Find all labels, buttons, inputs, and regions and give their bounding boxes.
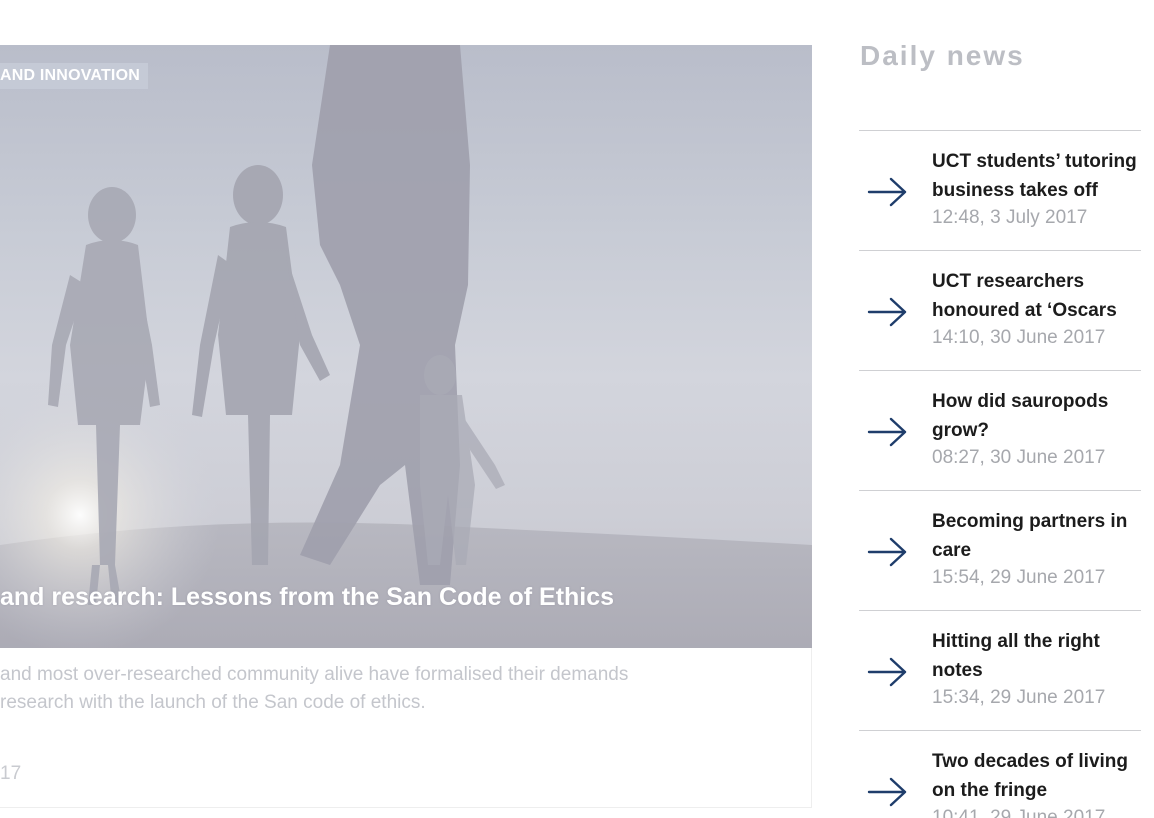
news-item-time: 14:10, 30 June 2017	[932, 327, 1106, 348]
news-item-title[interactable]: Hitting all the right notes	[932, 627, 1141, 685]
news-list-item[interactable]: How did sauropods grow? 08:27, 30 June 2…	[859, 370, 1141, 490]
arrow-right-icon	[867, 777, 907, 807]
arrow-right-icon	[867, 537, 907, 567]
featured-story-title[interactable]: and research: Lessons from the San Code …	[0, 583, 614, 612]
arrow-right-icon	[867, 297, 907, 327]
news-item-title[interactable]: Becoming partners in care	[932, 507, 1141, 565]
news-list-item[interactable]: UCT students’ tutoring business takes of…	[859, 130, 1141, 250]
category-tag[interactable]: AND INNOVATION	[0, 63, 148, 89]
featured-story-summary: and most over-researched community alive…	[0, 661, 800, 717]
summary-line: research with the launch of the San code…	[0, 692, 426, 713]
news-list-item[interactable]: Becoming partners in care 15:54, 29 June…	[859, 490, 1141, 610]
news-item-time: 12:48, 3 July 2017	[932, 207, 1088, 228]
news-item-time: 10:41, 29 June 2017	[932, 807, 1106, 818]
arrow-right-icon	[867, 657, 907, 687]
news-list: UCT students’ tutoring business takes of…	[859, 130, 1141, 818]
arrow-right-icon	[867, 177, 907, 207]
sidebar-heading: Daily news	[860, 40, 1025, 71]
featured-story-image[interactable]: AND INNOVATION and research: Lessons fro…	[0, 45, 812, 648]
news-item-time: 15:34, 29 June 2017	[932, 687, 1106, 708]
daily-news-sidebar: Daily news UCT students’ tutoring busine…	[859, 0, 1141, 818]
silhouette-photo	[0, 45, 812, 648]
news-item-time: 15:54, 29 June 2017	[932, 567, 1106, 588]
page: AND INNOVATION and research: Lessons fro…	[0, 0, 1154, 818]
news-item-time: 08:27, 30 June 2017	[932, 447, 1106, 468]
news-list-item[interactable]: UCT researchers honoured at ‘Oscars … 14…	[859, 250, 1141, 370]
news-list-item[interactable]: Two decades of living on the fringe 10:4…	[859, 730, 1141, 818]
featured-story-card[interactable]: AND INNOVATION and research: Lessons fro…	[0, 45, 812, 808]
arrow-right-icon	[867, 417, 907, 447]
news-item-title[interactable]: How did sauropods grow?	[932, 387, 1141, 445]
summary-line: and most over-researched community alive…	[0, 664, 629, 685]
news-list-item[interactable]: Hitting all the right notes 15:34, 29 Ju…	[859, 610, 1141, 730]
featured-story-date: 17	[0, 763, 22, 784]
news-item-title[interactable]: UCT students’ tutoring business takes of…	[932, 147, 1141, 205]
news-item-title[interactable]: UCT researchers honoured at ‘Oscars …	[932, 267, 1141, 325]
news-item-title[interactable]: Two decades of living on the fringe	[932, 747, 1141, 805]
